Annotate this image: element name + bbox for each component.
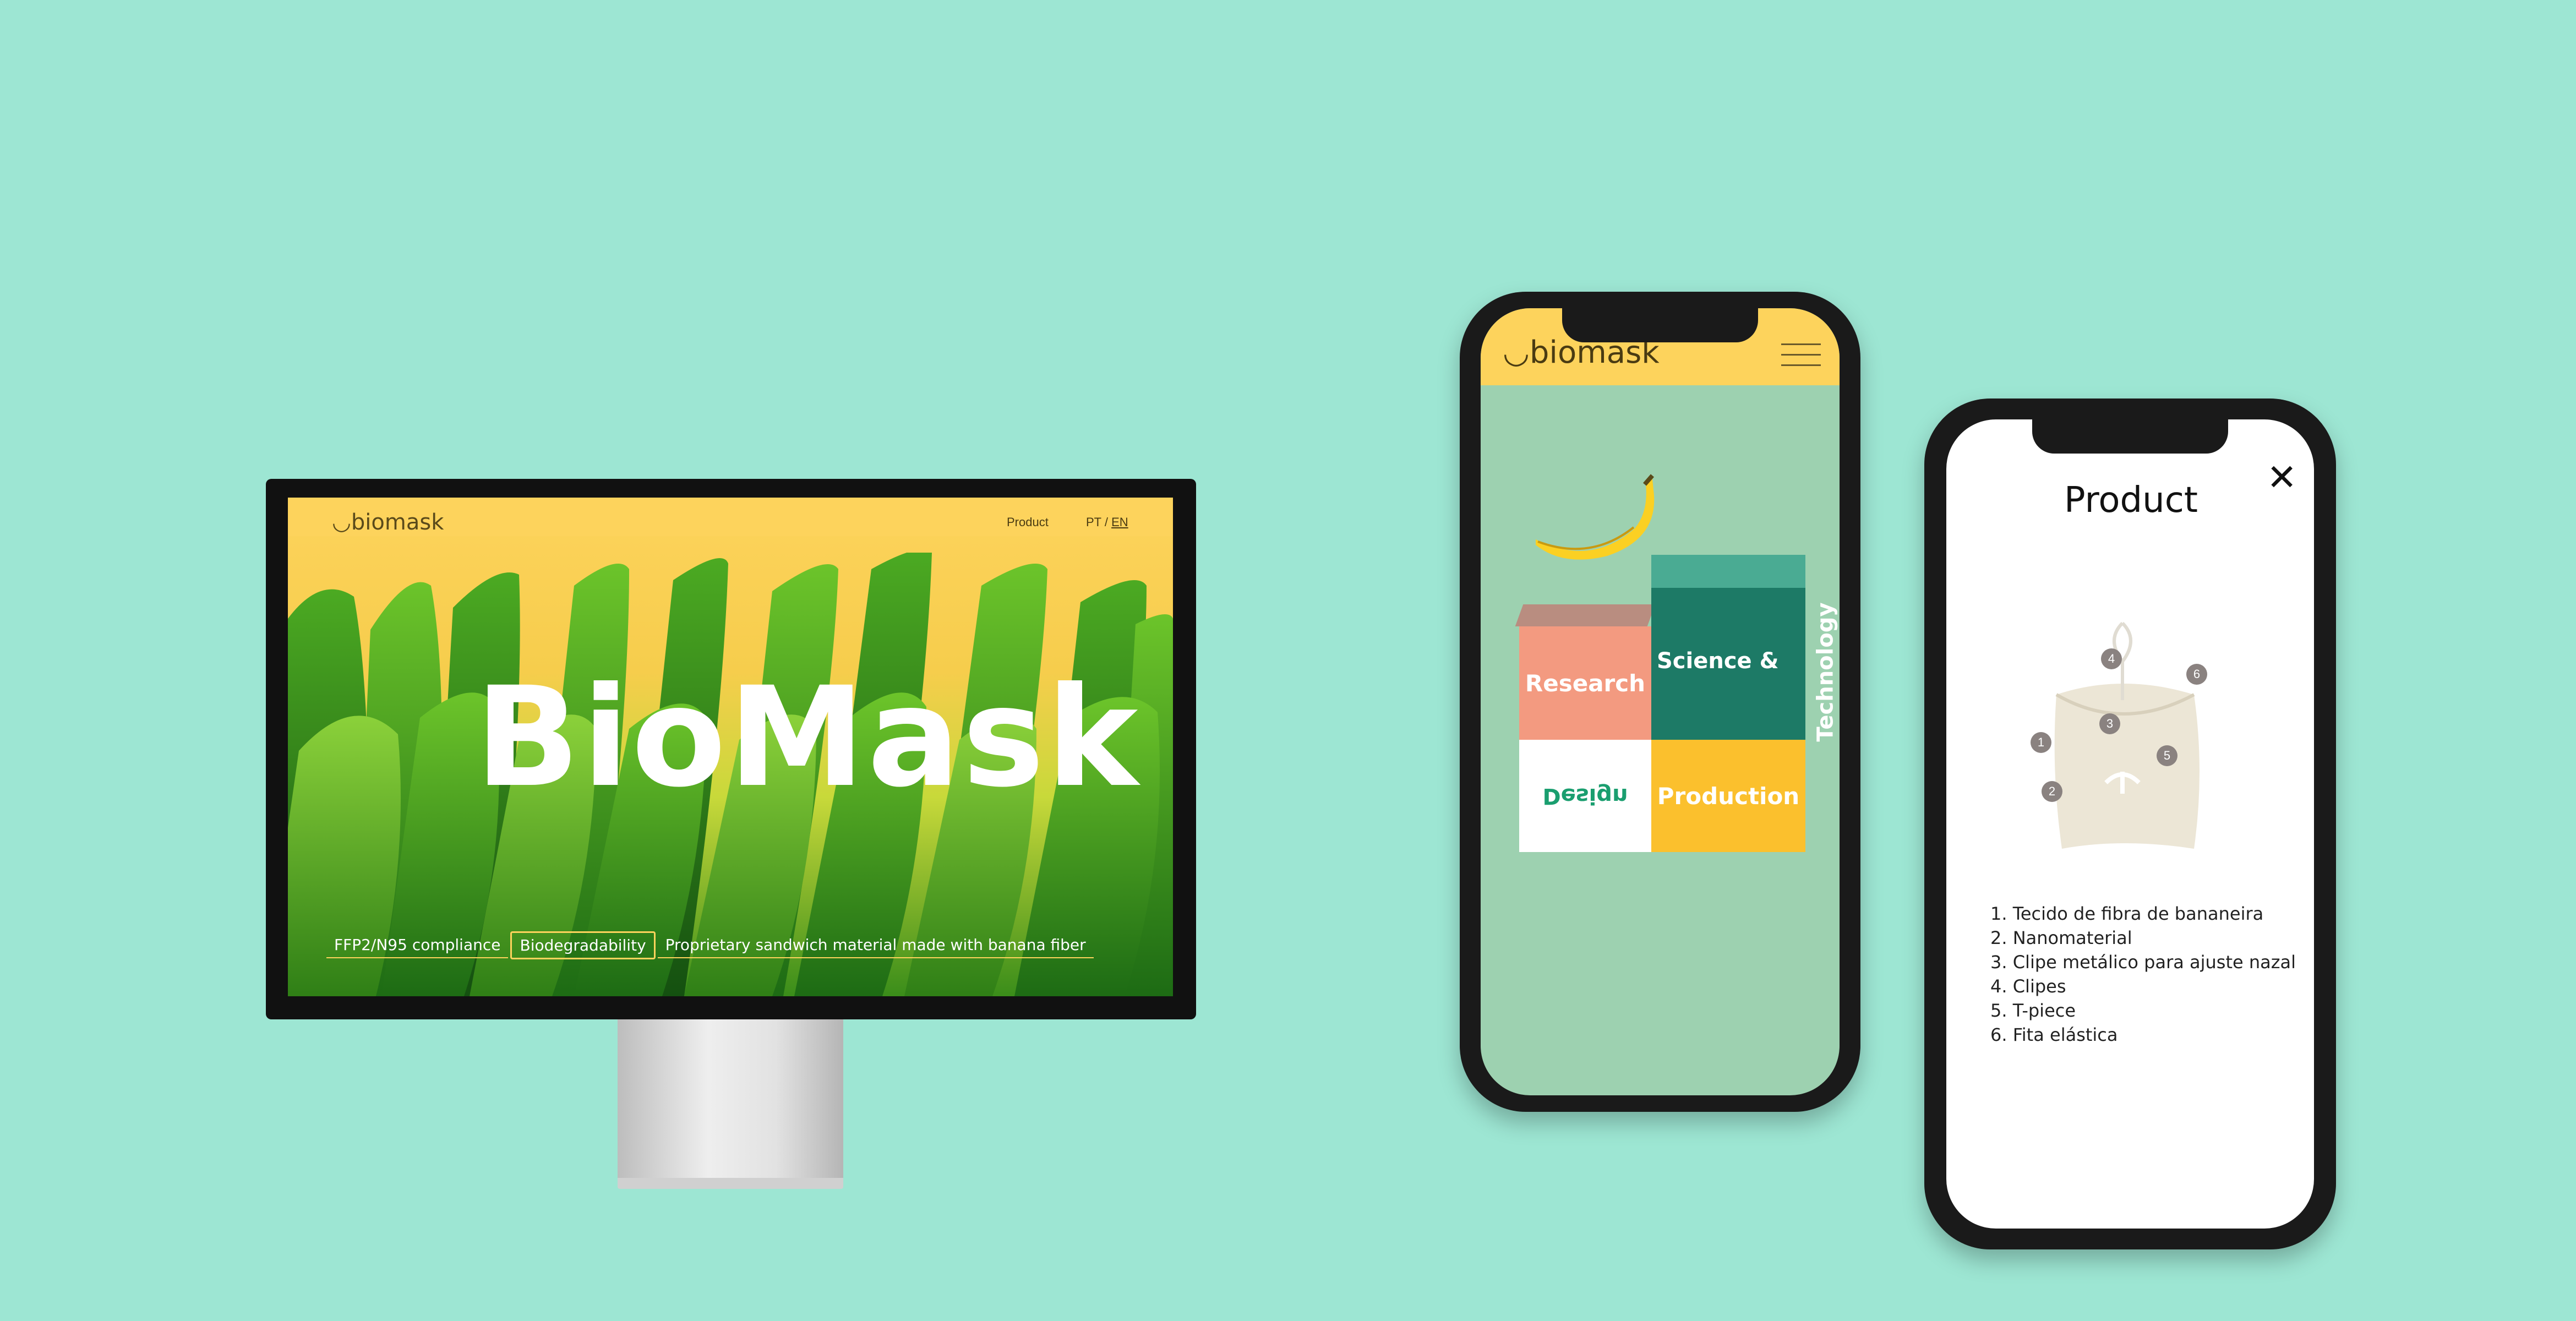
lang-separator: / <box>1104 515 1108 529</box>
parts-list: 1. Tecido de fibra de bananeira 2. Nanom… <box>1990 902 2296 1047</box>
close-icon[interactable]: ✕ <box>2267 459 2297 495</box>
banana-logo-icon: ◡ <box>332 510 351 535</box>
design-label: Design <box>1542 783 1628 809</box>
technology-label: Technology <box>1813 602 1838 742</box>
feature-biodegradability[interactable]: Biodegradability <box>510 931 656 959</box>
part-marker-3[interactable]: 3 <box>2099 713 2120 734</box>
phone-product: Product ✕ 1 2 3 4 5 6 1. Tecido de fibra… <box>1924 399 2336 1249</box>
mask-illustration <box>2054 621 2200 849</box>
list-item: 6. Fita elástica <box>1990 1024 2118 1045</box>
monitor-stand-base <box>618 1178 843 1189</box>
language-switcher[interactable]: PT / EN <box>1086 515 1128 530</box>
list-item: 4. Clipes <box>1990 976 2066 997</box>
desktop-monitor: ◡biomask Product PT / EN BioMask FFP2/N9… <box>266 479 1196 1019</box>
phone-product-screen: Product ✕ 1 2 3 4 5 6 1. Tecido de fibra… <box>1946 419 2314 1229</box>
block-research[interactable]: Research <box>1519 626 1651 740</box>
lang-en[interactable]: EN <box>1111 515 1128 529</box>
phone-home-notch <box>1562 308 1758 342</box>
desktop-screen: ◡biomask Product PT / EN BioMask FFP2/N9… <box>288 498 1173 996</box>
phone-home: ◡biomask Research Science & Technology D… <box>1460 292 1860 1112</box>
product-title: Product <box>2064 480 2198 521</box>
part-marker-2[interactable]: 2 <box>2042 781 2062 802</box>
lang-pt[interactable]: PT <box>1086 515 1101 529</box>
hero-title: BioMask <box>475 657 1140 817</box>
list-item: 1. Tecido de fibra de bananeira <box>1990 903 2264 924</box>
feature-sandwich-material[interactable]: Proprietary sandwich material made with … <box>657 932 1094 958</box>
block-design[interactable]: Design <box>1519 740 1651 852</box>
part-marker-1[interactable]: 1 <box>2031 732 2051 753</box>
feature-ffp2[interactable]: FFP2/N95 compliance <box>326 932 509 958</box>
phone-product-notch <box>2032 419 2228 454</box>
nav-product-link[interactable]: Product <box>1007 515 1049 530</box>
monitor-stand <box>618 1018 843 1183</box>
list-item: 2. Nanomaterial <box>1990 927 2132 948</box>
science-top <box>1651 555 1805 588</box>
brand-name: biomask <box>351 510 444 535</box>
block-production[interactable]: Production <box>1651 740 1805 852</box>
list-item: 5. T-piece <box>1990 1000 2076 1021</box>
feature-tabs: FFP2/N95 compliance Biodegradability Pro… <box>326 931 1094 959</box>
block-science-technology[interactable]: Science & Technology <box>1651 588 1838 742</box>
part-marker-6[interactable]: 6 <box>2186 664 2207 685</box>
list-item: 3. Clipe metálico para ajuste nazal <box>1990 952 2296 973</box>
desktop-logo[interactable]: ◡biomask <box>332 510 444 535</box>
science-label: Science & <box>1657 648 1779 674</box>
phone-home-screen: ◡biomask Research Science & Technology D… <box>1481 308 1840 1095</box>
banana-logo-icon: ◡ <box>1503 335 1530 370</box>
pillars-grid: Research Science & Technology Design Pro… <box>1515 555 1838 869</box>
part-marker-5[interactable]: 5 <box>2157 745 2177 766</box>
part-marker-4[interactable]: 4 <box>2101 648 2122 669</box>
banana-icon <box>1536 474 1655 560</box>
hamburger-menu-icon[interactable] <box>1781 343 1821 366</box>
research-top <box>1515 604 1656 626</box>
